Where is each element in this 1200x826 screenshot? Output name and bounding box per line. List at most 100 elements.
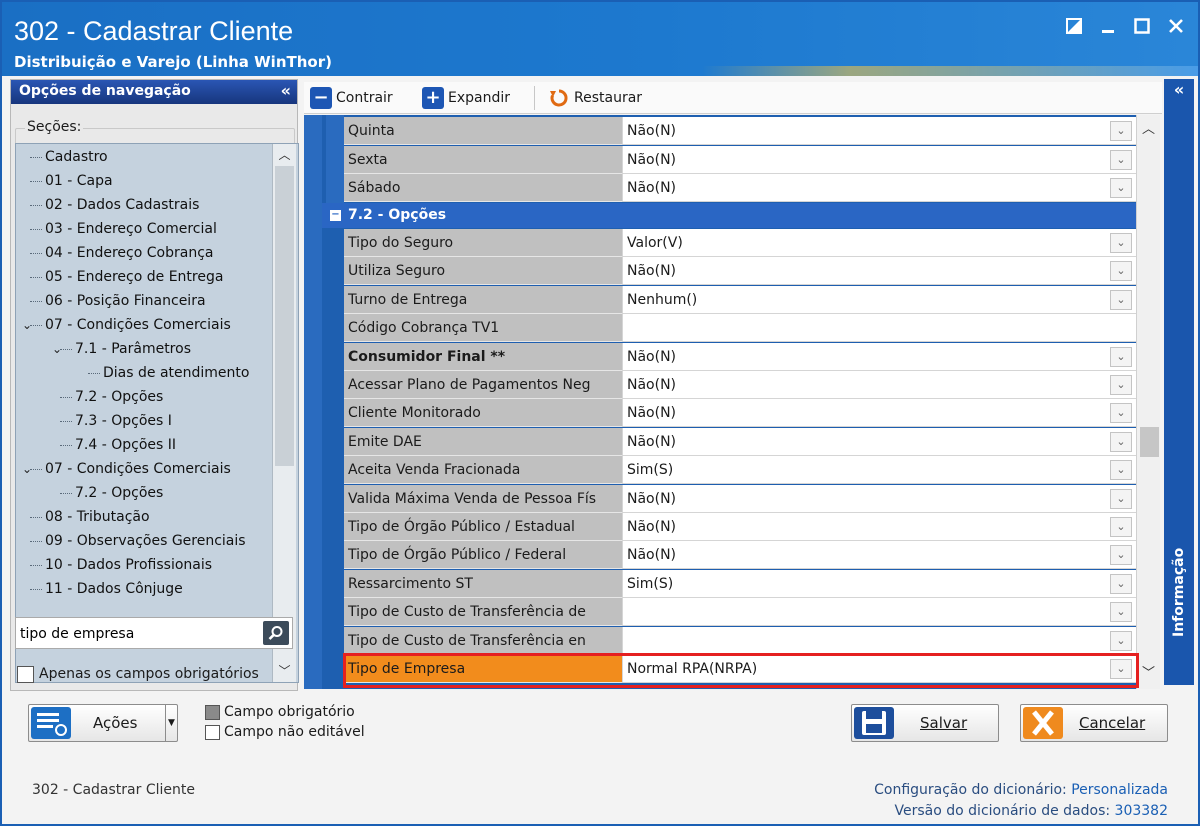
grid-row-value[interactable]: Não(N) ⌄ xyxy=(622,257,1136,286)
grid-row[interactable]: Consumidor Final ** Não(N) ⌄ xyxy=(304,342,1136,371)
scroll-up-icon[interactable]: ︿ xyxy=(273,144,296,166)
grid-row-value[interactable]: Sim(S) ⌄ xyxy=(622,569,1136,598)
grid-row[interactable]: Acessar Plano de Pagamentos Neg Não(N) ⌄ xyxy=(304,371,1136,399)
dropdown-chevron-icon[interactable]: ⌄ xyxy=(1110,178,1132,198)
dropdown-chevron-icon[interactable]: ⌄ xyxy=(1110,517,1132,537)
dropdown-chevron-icon[interactable]: ⌄ xyxy=(1110,573,1132,594)
grid-row-value[interactable]: Não(N) ⌄ xyxy=(622,399,1136,428)
tree-item[interactable]: ⌄ 7.1 - Parâmetros xyxy=(52,338,191,360)
grid-row[interactable]: Turno de Entrega Nenhum() ⌄ xyxy=(304,285,1136,314)
grid-row[interactable]: Código Cobrança TV1 xyxy=(304,314,1136,343)
dropdown-chevron-icon[interactable]: ⌄ xyxy=(1110,630,1132,651)
maximize-icon[interactable] xyxy=(1128,14,1156,42)
grid-row-value[interactable] xyxy=(622,314,1136,343)
tree-scroll-thumb[interactable] xyxy=(275,166,294,466)
dropdown-chevron-icon[interactable]: ⌄ xyxy=(1110,460,1132,481)
search-input[interactable] xyxy=(20,623,260,645)
dropdown-chevron-icon[interactable]: ⌄ xyxy=(1110,488,1132,509)
grid-row[interactable]: Tipo de Custo de Transferência de ⌄ xyxy=(304,598,1136,627)
tree-item[interactable]: 7.4 - Opções II xyxy=(60,434,176,456)
tree-item[interactable]: ⌄ 07 - Condições Comerciais xyxy=(22,458,231,480)
tree-item[interactable]: ⌄ 07 - Condições Comerciais xyxy=(22,314,231,336)
tree-item[interactable]: 11 - Dados Cônjuge xyxy=(30,578,183,600)
search-button[interactable] xyxy=(263,621,289,645)
tree-item[interactable]: 10 - Dados Profissionais xyxy=(30,554,212,576)
grid-row-value[interactable]: Não(N) ⌄ xyxy=(622,174,1136,202)
tree-item[interactable]: 7.2 - Opções xyxy=(60,482,163,504)
grid-row-value[interactable]: Sim(S) ⌄ xyxy=(622,456,1136,485)
expand-button[interactable]: + Expandir xyxy=(422,86,510,110)
dropdown-chevron-icon[interactable]: ⌄ xyxy=(1110,375,1132,395)
contract-button[interactable]: − Contrair xyxy=(310,86,393,110)
collapse-navigation-icon[interactable]: « xyxy=(281,81,291,100)
grid-row-value[interactable]: Não(N) ⌄ xyxy=(622,342,1136,371)
minimize-icon[interactable] xyxy=(1094,14,1122,42)
grid-row-value[interactable]: Não(N) ⌄ xyxy=(622,117,1136,145)
dropdown-chevron-icon[interactable]: ⌄ xyxy=(1110,346,1132,367)
grid-row[interactable]: Tipo de Custo de Transferência en ⌄ xyxy=(304,626,1136,655)
required-only-checkbox[interactable] xyxy=(17,666,34,683)
tree-item[interactable]: 08 - Tributação xyxy=(30,506,150,528)
grid-row[interactable]: Emite DAE Não(N) ⌄ xyxy=(304,427,1136,456)
grid-row-value[interactable]: Não(N) ⌄ xyxy=(622,371,1136,399)
restore-layout-icon[interactable] xyxy=(1060,14,1088,42)
grid-row[interactable]: Sexta Não(N) ⌄ xyxy=(304,145,1136,174)
grid-row[interactable]: Tipo de Empresa Normal RPA(NRPA) ⌄ xyxy=(304,655,1136,683)
grid-row[interactable]: Aceita Venda Fracionada Sim(S) ⌄ xyxy=(304,456,1136,485)
expand-info-icon[interactable]: « xyxy=(1164,79,1194,101)
dropdown-chevron-icon[interactable]: ⌄ xyxy=(1110,403,1132,424)
tree-item[interactable]: 05 - Endereço de Entrega xyxy=(30,266,223,288)
grid-row-value[interactable]: Não(N) ⌄ xyxy=(622,427,1136,456)
scroll-down-icon[interactable]: ﹀ xyxy=(273,660,296,682)
grid-scroll-up-icon[interactable]: ︿ xyxy=(1137,119,1160,141)
grid-row-value[interactable]: Não(N) ⌄ xyxy=(622,484,1136,513)
dropdown-chevron-icon[interactable]: ⌄ xyxy=(1110,659,1132,679)
grid-scroll-thumb[interactable] xyxy=(1140,427,1159,457)
grid-row[interactable]: Quinta Não(N) ⌄ xyxy=(304,117,1136,145)
expand-chevron-icon[interactable]: ⌄ xyxy=(22,314,32,336)
grid-scrollbar[interactable]: ︿ ﹀ xyxy=(1136,115,1160,689)
tree-item[interactable]: 7.3 - Opções I xyxy=(60,410,172,432)
grid-row-value[interactable]: Não(N) ⌄ xyxy=(622,541,1136,570)
tree-item[interactable]: 04 - Endereço Cobrança xyxy=(30,242,213,264)
grid-row[interactable]: Utiliza Seguro Não(N) ⌄ xyxy=(304,257,1136,286)
dropdown-chevron-icon[interactable]: ⌄ xyxy=(1110,289,1132,310)
dropdown-chevron-icon[interactable]: ⌄ xyxy=(1110,602,1132,623)
tree-item[interactable]: Dias de atendimento xyxy=(88,362,249,384)
restore-button[interactable]: Restaurar xyxy=(548,86,642,110)
close-icon[interactable] xyxy=(1162,14,1190,42)
sections-tree[interactable]: Cadastro 01 - Capa 02 - Dados Cadastrais 03… xyxy=(15,143,299,683)
actions-dropdown-icon[interactable]: ▼ xyxy=(165,705,177,741)
grid-scroll-down-icon[interactable]: ﹀ xyxy=(1137,663,1160,685)
expand-chevron-icon[interactable]: ⌄ xyxy=(52,338,62,360)
grid-row[interactable]: Tipo de Órgão Público / Estadual Não(N) ⌄ xyxy=(304,513,1136,541)
tree-item[interactable]: 02 - Dados Cadastrais xyxy=(30,194,199,216)
grid-row[interactable]: Valida Máxima Venda de Pessoa Fís Não(N) ⌄ xyxy=(304,484,1136,513)
grid-row-value[interactable]: ⌄ xyxy=(622,626,1136,655)
grid-row-value[interactable]: ⌄ xyxy=(622,598,1136,627)
dropdown-chevron-icon[interactable]: ⌄ xyxy=(1110,431,1132,452)
tree-item[interactable]: 06 - Posição Financeira xyxy=(30,290,206,312)
collapse-category-icon[interactable]: − xyxy=(330,210,341,221)
grid-row-value[interactable]: Não(N) ⌄ xyxy=(622,513,1136,541)
info-panel[interactable]: « Informação xyxy=(1164,79,1194,685)
tree-scrollbar[interactable]: ︿ ﹀ xyxy=(272,144,296,682)
dropdown-chevron-icon[interactable]: ⌄ xyxy=(1110,121,1132,141)
dict-config-value[interactable]: Personalizada xyxy=(1071,782,1168,798)
save-button[interactable]: Salvar xyxy=(851,704,999,742)
tree-item[interactable]: 7.2 - Opções xyxy=(60,386,163,408)
dropdown-chevron-icon[interactable]: ⌄ xyxy=(1110,233,1132,253)
grid-row-value[interactable]: Não(N) ⌄ xyxy=(622,145,1136,174)
expand-chevron-icon[interactable]: ⌄ xyxy=(22,458,32,480)
grid-row-value[interactable]: Valor(V) ⌄ xyxy=(622,229,1136,257)
grid-row[interactable]: Tipo de Órgão Público / Federal Não(N) ⌄ xyxy=(304,541,1136,570)
grid-row-value[interactable]: Nenhum() ⌄ xyxy=(622,285,1136,314)
dropdown-chevron-icon[interactable]: ⌄ xyxy=(1110,545,1132,566)
grid-row[interactable]: Ressarcimento ST Sim(S) ⌄ xyxy=(304,569,1136,598)
tree-item[interactable]: 01 - Capa xyxy=(30,170,113,192)
category-row-options[interactable]: − 7.2 - Opções xyxy=(322,203,1137,228)
dropdown-chevron-icon[interactable]: ⌄ xyxy=(1110,261,1132,282)
grid-row-value[interactable]: Normal RPA(NRPA) ⌄ xyxy=(622,655,1136,683)
cancel-button[interactable]: Cancelar xyxy=(1020,704,1168,742)
dropdown-chevron-icon[interactable]: ⌄ xyxy=(1110,149,1132,170)
